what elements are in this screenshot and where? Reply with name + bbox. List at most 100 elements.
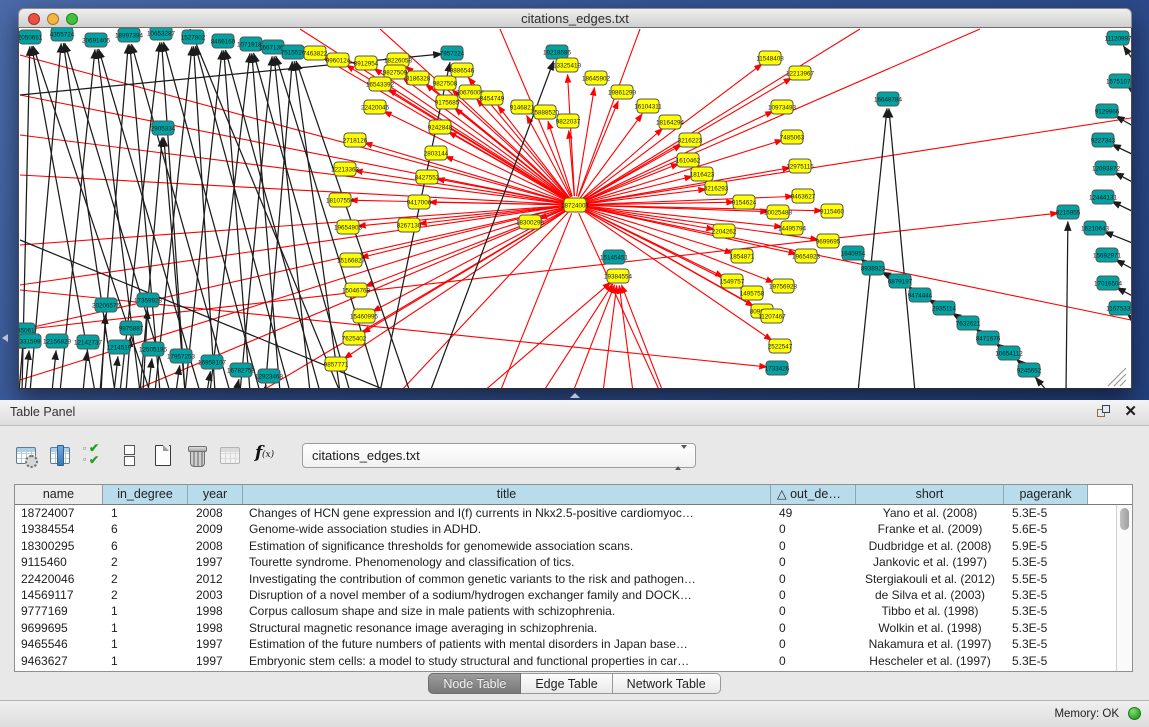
cell-title[interactable]: Structural magnetic resonance image aver…: [243, 620, 771, 636]
graph-edge[interactable]: [207, 371, 210, 388]
cell-pagerank[interactable]: 5.9E-5: [1004, 538, 1088, 554]
canvas-resize-grip[interactable]: [1108, 368, 1126, 386]
cell-pagerank[interactable]: 5.5E-5: [1004, 571, 1088, 587]
graph-edge[interactable]: [155, 46, 192, 388]
tab-node-table[interactable]: Node Table: [428, 673, 521, 694]
cell-title[interactable]: Disruption of a novel member of a sodium…: [243, 587, 771, 603]
tab-network-table[interactable]: Network Table: [613, 673, 721, 694]
table-row[interactable]: 1830029562008Estimation of significance …: [15, 538, 1116, 554]
cell-out_de[interactable]: 0: [771, 571, 856, 587]
cell-short[interactable]: Dudbridge et al. (2008): [856, 538, 1004, 554]
cell-title[interactable]: Estimation of the future numbers of pati…: [243, 636, 771, 652]
cell-short[interactable]: Nakamura et al. (1997): [856, 636, 1004, 652]
cell-short[interactable]: de Silva et al. (2003): [856, 587, 1004, 603]
graph-edge[interactable]: [114, 356, 118, 388]
table-row[interactable]: 911546021997Tourette syndrome. Phenomeno…: [15, 554, 1116, 570]
cell-title[interactable]: Tourette syndrome. Phenomenology and cla…: [243, 554, 771, 570]
cell-pagerank[interactable]: 5.3E-5: [1004, 603, 1088, 619]
function-builder-icon[interactable]: [252, 442, 277, 468]
cell-out_de[interactable]: 0: [771, 521, 856, 537]
graph-edge[interactable]: [603, 285, 617, 388]
table-row[interactable]: 946554611997Estimation of the future num…: [15, 636, 1116, 652]
graph-edge[interactable]: [1104, 232, 1131, 246]
cell-out_de[interactable]: 49: [771, 505, 856, 521]
graph-edge[interactable]: [400, 212, 569, 388]
cell-in_degree[interactable]: 1: [103, 636, 188, 652]
cell-year[interactable]: 2008: [188, 538, 243, 554]
cell-out_de[interactable]: 0: [771, 554, 856, 570]
table-row[interactable]: 2242004622012Investigating the contribut…: [15, 571, 1116, 587]
split-divider-grip[interactable]: [570, 393, 580, 398]
graph-edge[interactable]: [101, 314, 105, 388]
graph-edge[interactable]: [1035, 377, 1048, 388]
cell-pagerank[interactable]: 5.3E-5: [1004, 653, 1088, 669]
cell-in_degree[interactable]: 6: [103, 521, 188, 537]
graph-edge[interactable]: [580, 114, 642, 198]
graph-edge[interactable]: [224, 50, 250, 388]
cell-year[interactable]: 1997: [188, 653, 243, 669]
window-titlebar[interactable]: citations_edges.txt: [18, 8, 1132, 28]
network-canvas[interactable]: 2050651435572420691406189973941065328715…: [18, 28, 1132, 389]
table-row[interactable]: 1872400712008Changes of HCN gene express…: [15, 505, 1116, 521]
cell-name[interactable]: 18724007: [15, 505, 103, 521]
column-header-out_de[interactable]: △ out_de…: [771, 485, 856, 504]
cell-short[interactable]: Tibbo et al. (1998): [856, 603, 1004, 619]
delete-icon[interactable]: [184, 442, 209, 468]
graph-edge[interactable]: [176, 365, 180, 388]
graph-edge[interactable]: [1128, 87, 1131, 100]
select-all-icon[interactable]: [82, 442, 107, 468]
graph-edge[interactable]: [1123, 46, 1131, 70]
column-header-in_degree[interactable]: in_degree: [103, 485, 188, 504]
cell-out_de[interactable]: 0: [771, 620, 856, 636]
cell-pagerank[interactable]: 5.3E-5: [1004, 620, 1088, 636]
cell-name[interactable]: 19384554: [15, 521, 103, 537]
column-header-pagerank[interactable]: pagerank: [1004, 485, 1088, 504]
column-header-year[interactable]: year: [188, 485, 243, 504]
cell-title[interactable]: Genome-wide association studies in ADHD.: [243, 521, 771, 537]
cell-name[interactable]: 9777169: [15, 603, 103, 619]
cell-short[interactable]: Stergiakouli et al. (2012): [856, 571, 1004, 587]
graph-edge[interactable]: [25, 350, 29, 388]
import-table-icon[interactable]: [218, 442, 243, 468]
cell-in_degree[interactable]: 1: [103, 653, 188, 669]
graph-edge[interactable]: [584, 207, 1131, 320]
column-header-name[interactable]: name: [15, 485, 103, 504]
cell-out_de[interactable]: 0: [771, 603, 856, 619]
table-mode-icon[interactable]: [14, 442, 39, 468]
cell-year[interactable]: 1997: [188, 554, 243, 570]
graph-edge[interactable]: [500, 213, 572, 388]
table-row[interactable]: 1456911722003Disruption of a novel membe…: [15, 587, 1116, 603]
cell-name[interactable]: 9115460: [15, 554, 103, 570]
table-scrollbar[interactable]: [1116, 505, 1132, 671]
graph-edge[interactable]: [582, 64, 762, 200]
cell-year[interactable]: 1998: [188, 603, 243, 619]
new-document-icon[interactable]: [150, 442, 175, 468]
cell-in_degree[interactable]: 1: [103, 620, 188, 636]
cell-in_degree[interactable]: 2: [103, 587, 188, 603]
graph-edge[interactable]: [578, 29, 640, 197]
cell-title[interactable]: Estimation of significance thresholds fo…: [243, 538, 771, 554]
graph-edge[interactable]: [621, 285, 663, 388]
network-table-selector[interactable]: citations_edges.txt: [302, 443, 696, 468]
cell-pagerank[interactable]: 5.3E-5: [1004, 505, 1088, 521]
tab-edge-table[interactable]: Edge Table: [521, 673, 612, 694]
graph-edge[interactable]: [583, 29, 860, 200]
cell-in_degree[interactable]: 1: [103, 505, 188, 521]
graph-edge[interactable]: [20, 213, 1059, 330]
cell-pagerank[interactable]: 5.3E-5: [1004, 554, 1088, 570]
cell-out_de[interactable]: 0: [771, 636, 856, 652]
float-panel-icon[interactable]: [1097, 405, 1111, 419]
scrollbar-thumb[interactable]: [1120, 508, 1129, 530]
cell-year[interactable]: 2012: [188, 571, 243, 587]
graph-edge[interactable]: [1112, 144, 1131, 158]
cell-in_degree[interactable]: 1: [103, 603, 188, 619]
cell-short[interactable]: Jankovic et al. (1997): [856, 554, 1004, 570]
graph-edge[interactable]: [619, 285, 633, 388]
table-row[interactable]: 946362711997Embryonic stem cells: a mode…: [15, 653, 1116, 669]
cell-year[interactable]: 2003: [188, 587, 243, 603]
graph-edge[interactable]: [483, 282, 611, 388]
cell-in_degree[interactable]: 2: [103, 571, 188, 587]
cell-out_de[interactable]: 0: [771, 587, 856, 603]
graph-edge[interactable]: [83, 351, 87, 388]
graph-edge[interactable]: [1115, 260, 1131, 273]
